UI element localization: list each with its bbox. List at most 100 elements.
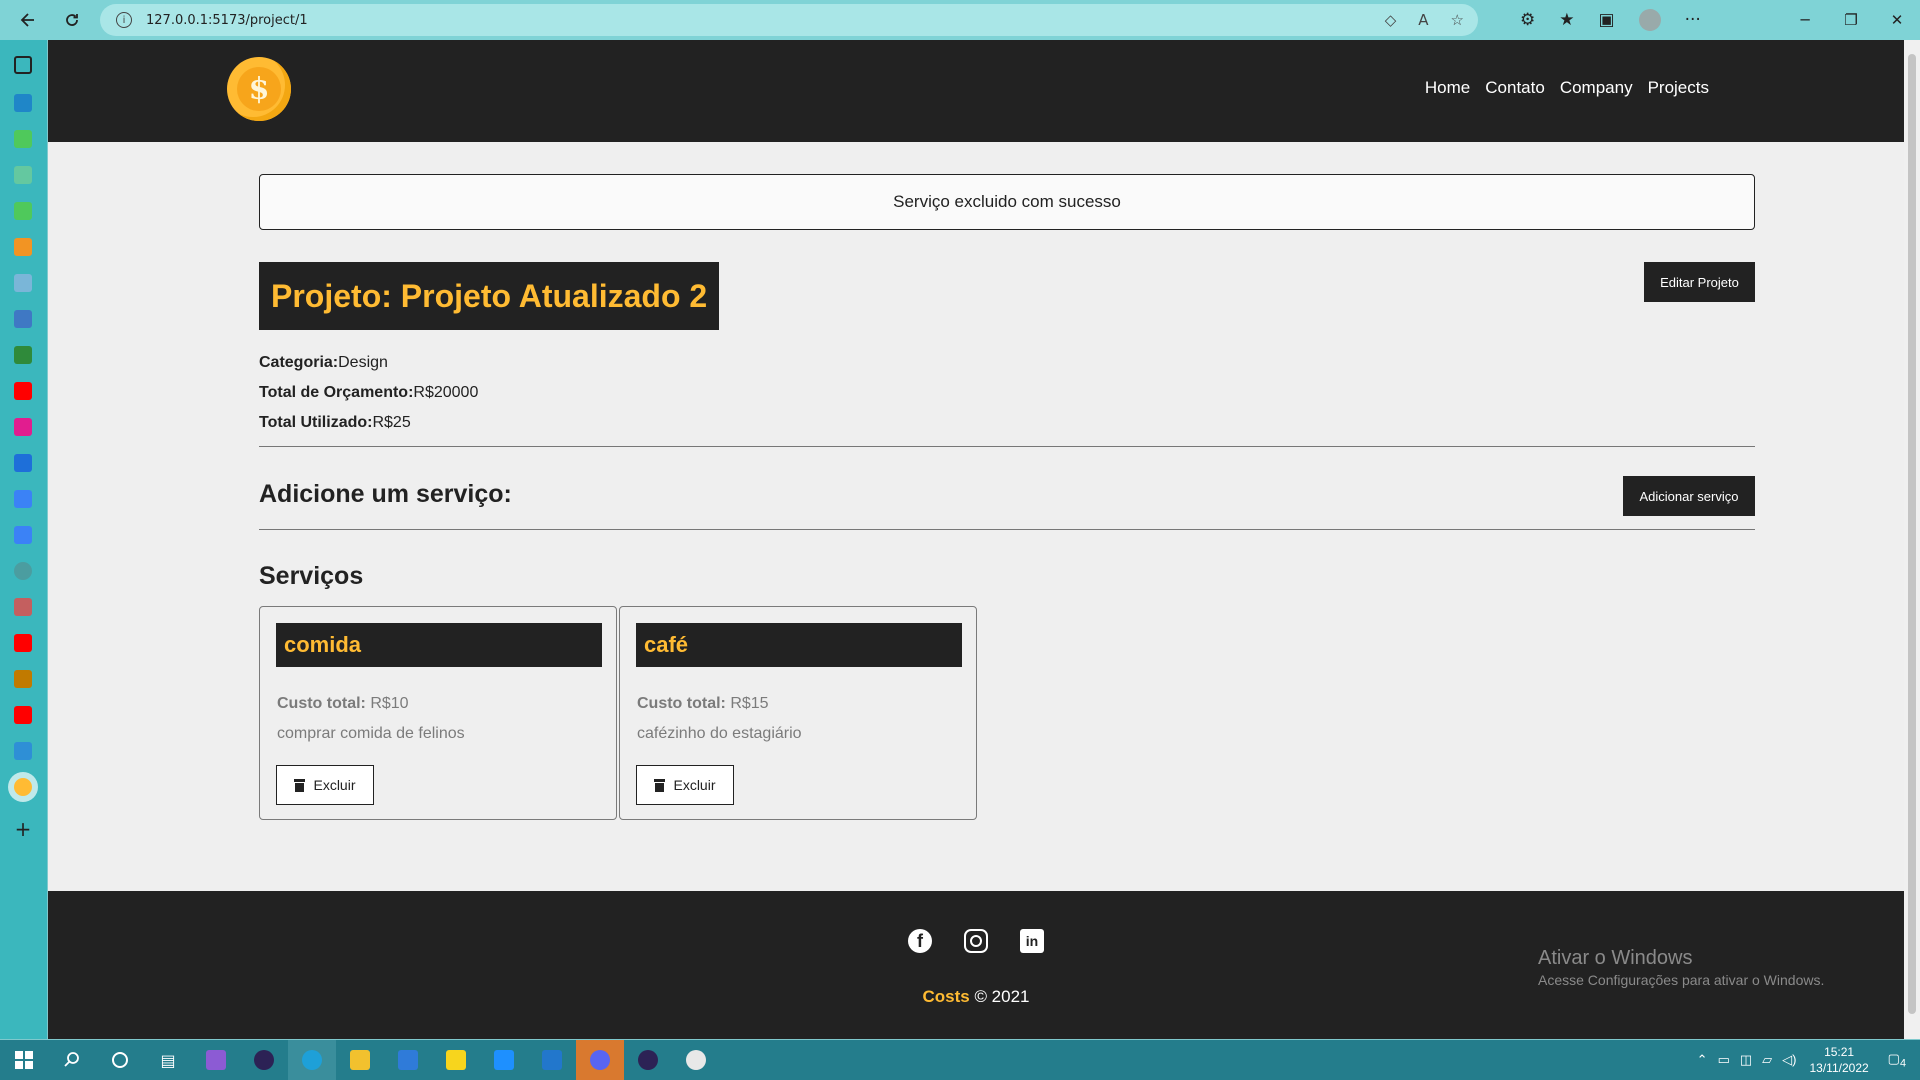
page-scrollbar[interactable] bbox=[1904, 40, 1920, 1039]
category-row: Categoria:Design bbox=[259, 354, 388, 371]
tab-icon[interactable] bbox=[14, 202, 32, 220]
nav-link-projects[interactable]: Projects bbox=[1648, 78, 1709, 98]
extensions-icon[interactable]: ⚙ bbox=[1520, 10, 1535, 30]
service-cost: Custo total: R$15 bbox=[637, 695, 769, 712]
browser-toolbar: i 127.0.0.1:5173/project/1 ◇ A ☆ ⚙ ★ ▣ ·… bbox=[0, 0, 1920, 40]
favorite-star-icon[interactable]: ☆ bbox=[1451, 11, 1464, 29]
network-icon[interactable]: ◫ bbox=[1740, 1052, 1752, 1068]
tab-icon[interactable] bbox=[14, 238, 32, 256]
delete-service-button[interactable]: Excluir bbox=[276, 765, 374, 805]
github-tab-icon[interactable] bbox=[14, 562, 32, 580]
vertical-tabs-sidebar: + bbox=[0, 40, 47, 1039]
nav-link-company[interactable]: Company bbox=[1560, 78, 1633, 98]
tab-icon[interactable] bbox=[14, 166, 32, 184]
cortana-icon[interactable] bbox=[96, 1040, 144, 1080]
service-card: café Custo total: R$15 cafézinho do esta… bbox=[619, 606, 977, 820]
tab-icon[interactable] bbox=[14, 130, 32, 148]
eclipse-icon[interactable] bbox=[624, 1040, 672, 1080]
nav-link-contato[interactable]: Contato bbox=[1485, 78, 1545, 98]
tab-icon[interactable] bbox=[14, 346, 32, 364]
info-icon[interactable]: i bbox=[116, 12, 132, 28]
edit-project-button[interactable]: Editar Projeto bbox=[1644, 262, 1755, 302]
volume-icon[interactable]: ◁) bbox=[1782, 1052, 1796, 1068]
services-list: comida Custo total: R$10 comprar comida … bbox=[259, 606, 977, 820]
more-menu-icon[interactable]: ··· bbox=[1685, 10, 1701, 30]
back-button[interactable] bbox=[8, 0, 48, 40]
edge-icon[interactable] bbox=[288, 1040, 336, 1080]
windows-taskbar: ▤ ⌃ ▭ ◫ ▱ ◁) 15:21 13/11/2022 ▢4 bbox=[0, 1040, 1920, 1080]
divider bbox=[259, 529, 1755, 530]
task-view-icon[interactable]: ▤ bbox=[144, 1040, 192, 1080]
vscode-icon[interactable] bbox=[480, 1040, 528, 1080]
clock[interactable]: 15:21 13/11/2022 bbox=[1810, 1044, 1869, 1076]
tab-actions-icon[interactable] bbox=[14, 56, 32, 74]
youtube-tab-icon[interactable] bbox=[14, 634, 32, 652]
youtube-tab-icon[interactable] bbox=[14, 706, 32, 724]
delete-service-button[interactable]: Excluir bbox=[636, 765, 734, 805]
paint-icon[interactable] bbox=[672, 1040, 720, 1080]
nav-links: Home Contato Company Projects bbox=[1425, 78, 1709, 98]
social-links: f in bbox=[908, 929, 1044, 953]
trash-icon bbox=[294, 778, 306, 792]
nav-link-home[interactable]: Home bbox=[1425, 78, 1470, 98]
docs-tab-icon[interactable] bbox=[14, 526, 32, 544]
service-description: cafézinho do estagiário bbox=[637, 725, 802, 742]
sticky-notes-icon[interactable] bbox=[432, 1040, 480, 1080]
tab-icon[interactable] bbox=[14, 274, 32, 292]
dollar-icon: $ bbox=[237, 67, 281, 111]
favorites-icon[interactable]: ★ bbox=[1559, 10, 1574, 30]
tab-icon[interactable] bbox=[14, 454, 32, 472]
instagram-icon[interactable] bbox=[964, 929, 988, 953]
linkedin-icon[interactable]: in bbox=[1020, 929, 1044, 953]
tab-icon[interactable] bbox=[14, 742, 32, 760]
scrollbar-thumb[interactable] bbox=[1908, 54, 1916, 1014]
visual-studio-icon[interactable] bbox=[192, 1040, 240, 1080]
restore-icon[interactable]: ❐ bbox=[1828, 0, 1874, 40]
refresh-button[interactable] bbox=[52, 0, 92, 40]
app-icon[interactable] bbox=[528, 1040, 576, 1080]
tab-icon[interactable] bbox=[14, 310, 32, 328]
profile-avatar[interactable] bbox=[1638, 9, 1661, 31]
tab-icon[interactable] bbox=[14, 670, 32, 688]
chevron-up-icon[interactable]: ⌃ bbox=[1697, 1052, 1708, 1068]
active-tab-coin-icon[interactable] bbox=[14, 778, 32, 796]
add-service-title: Adicione um serviço: bbox=[259, 480, 512, 508]
refresh-icon bbox=[66, 14, 78, 26]
service-name: café bbox=[644, 632, 689, 657]
eclipse-icon[interactable] bbox=[240, 1040, 288, 1080]
add-service-button[interactable]: Adicionar serviço bbox=[1623, 476, 1755, 516]
start-button[interactable] bbox=[0, 1040, 48, 1080]
success-message: Serviço excluido com sucesso bbox=[259, 174, 1755, 230]
tab-icon[interactable] bbox=[14, 418, 32, 436]
site-navbar: $ Home Contato Company Projects bbox=[48, 40, 1904, 142]
read-aloud-icon[interactable]: A bbox=[1418, 11, 1428, 29]
windows-activation-watermark: Ativar o Windows Acesse Configurações pa… bbox=[1538, 947, 1825, 988]
url-text: 127.0.0.1:5173/project/1 bbox=[146, 12, 308, 28]
trash-icon bbox=[654, 778, 666, 792]
file-explorer-icon[interactable] bbox=[336, 1040, 384, 1080]
system-tray: ⌃ ▭ ◫ ▱ ◁) 15:21 13/11/2022 ▢4 bbox=[1692, 1040, 1920, 1080]
new-tab-icon[interactable]: + bbox=[14, 819, 32, 839]
tracking-icon[interactable]: ◇ bbox=[1385, 11, 1397, 29]
tab-icon[interactable] bbox=[14, 94, 32, 112]
address-bar[interactable]: i 127.0.0.1:5173/project/1 ◇ A ☆ bbox=[100, 4, 1478, 36]
minimize-icon[interactable]: ─ bbox=[1782, 0, 1828, 40]
site-footer: f in Costs © 2021 Ativar o Windows Acess… bbox=[48, 891, 1904, 1039]
tab-icon[interactable] bbox=[14, 598, 32, 616]
service-cost: Custo total: R$10 bbox=[277, 695, 409, 712]
discord-icon[interactable] bbox=[576, 1040, 624, 1080]
close-icon[interactable]: ✕ bbox=[1874, 0, 1920, 40]
facebook-icon[interactable]: f bbox=[908, 929, 932, 953]
coin-logo[interactable]: $ bbox=[227, 57, 291, 121]
battery-icon[interactable]: ▭ bbox=[1718, 1052, 1730, 1068]
mail-icon[interactable] bbox=[384, 1040, 432, 1080]
collections-icon[interactable]: ▣ bbox=[1599, 10, 1615, 30]
used-row: Total Utilizado:R$25 bbox=[259, 414, 411, 431]
youtube-tab-icon[interactable] bbox=[14, 382, 32, 400]
wifi-icon[interactable]: ▱ bbox=[1762, 1052, 1772, 1068]
services-title: Serviços bbox=[259, 562, 364, 590]
service-description: comprar comida de felinos bbox=[277, 725, 465, 742]
notification-icon[interactable]: ▢4 bbox=[1888, 1051, 1906, 1070]
search-icon[interactable] bbox=[48, 1040, 96, 1080]
docs-tab-icon[interactable] bbox=[14, 490, 32, 508]
